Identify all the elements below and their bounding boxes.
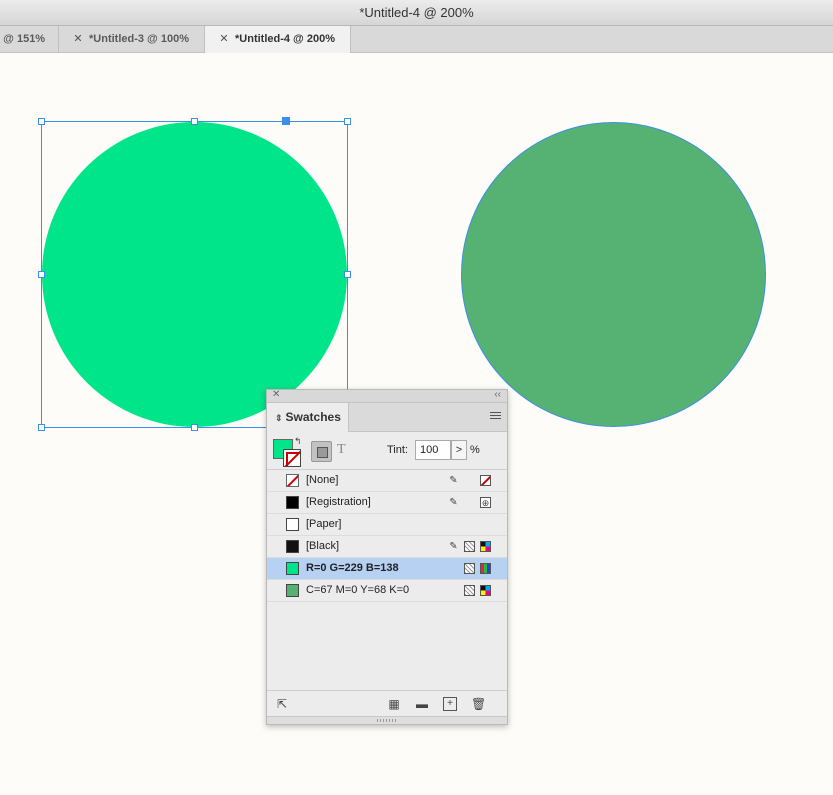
swatch-chip — [286, 540, 299, 553]
second-circle[interactable] — [461, 122, 766, 427]
place-swatches-icon[interactable]: ⇱ — [275, 697, 289, 711]
selection-bounding-box[interactable] — [41, 121, 348, 428]
sort-arrows-icon: ⇕ — [275, 413, 283, 423]
swatch-label: [Black] — [306, 540, 340, 552]
resize-handle-left[interactable] — [38, 271, 45, 278]
panel-tab-bar: ⇕ Swatches — [267, 403, 507, 432]
swatch-chip — [286, 518, 299, 531]
collapse-icon[interactable]: ‹‹ — [494, 389, 501, 400]
panel-footer: ⇱ ▦ ▬ + 🗑 — [267, 690, 507, 716]
process-mode-icon — [464, 541, 475, 552]
swatch-label: [Paper] — [306, 518, 342, 530]
tint-percent-label: % — [470, 444, 480, 456]
tint-label: Tint: — [387, 444, 408, 456]
close-icon[interactable]: ✕ — [71, 26, 85, 53]
resize-handle-right[interactable] — [344, 271, 351, 278]
cmyk-mode-icon — [480, 585, 491, 596]
panel-title: Swatches — [285, 410, 341, 424]
tint-input[interactable]: 100 — [415, 440, 451, 460]
swatch-chip — [286, 474, 299, 487]
none-mode-icon — [480, 475, 491, 486]
tab-swatches[interactable]: ⇕ Swatches — [267, 403, 349, 432]
tab-untitled-3[interactable]: ✕ *Untitled-3 @ 100% — [59, 26, 205, 53]
new-swatch-icon[interactable]: + — [443, 697, 457, 711]
fill-stroke-proxy[interactable]: ↰ — [273, 436, 303, 469]
document-tabs: 2 @ 151% ✕ *Untitled-3 @ 100% ✕ *Untitled-… — [0, 26, 833, 54]
swap-fill-stroke-icon[interactable]: ↰ — [294, 436, 302, 447]
folder-icon[interactable]: ▬ — [415, 697, 429, 711]
resize-handle-top-right[interactable] — [344, 118, 351, 125]
swatch-label: [Registration] — [306, 496, 371, 508]
pencil-x-icon: ✎ — [449, 497, 458, 508]
swatch-row-none[interactable]: [None] ✎ — [267, 470, 507, 492]
panel-menu-icon[interactable] — [490, 412, 501, 421]
close-icon[interactable]: ✕ — [217, 26, 231, 53]
close-icon[interactable]: ✕ — [272, 389, 280, 400]
window-title: *Untitled-4 @ 200% — [0, 0, 833, 26]
cmyk-mode-icon — [480, 541, 491, 552]
tint-stepper-button[interactable]: > — [451, 440, 467, 460]
tab-label: *Untitled-3 @ 100% — [89, 33, 189, 45]
resize-handle-top[interactable] — [191, 118, 198, 125]
content-grabber-handle[interactable] — [282, 117, 290, 125]
tab-untitled-2[interactable]: 2 @ 151% — [0, 26, 59, 53]
swatch-list: [None] ✎ [Registration] ✎ ⊕ [Paper] [Bla… — [267, 470, 507, 602]
pencil-x-icon: ✎ — [449, 475, 458, 486]
swatch-chip — [286, 584, 299, 597]
swatch-row-registration[interactable]: [Registration] ✎ ⊕ — [267, 492, 507, 514]
tab-label: *Untitled-4 @ 200% — [235, 33, 335, 45]
swatch-row-paper[interactable]: [Paper] — [267, 514, 507, 536]
formatting-text-button[interactable]: T — [337, 442, 346, 458]
tab-label: 2 @ 151% — [0, 33, 46, 45]
swatch-label: R=0 G=229 B=138 — [306, 562, 399, 574]
swatch-chip — [286, 562, 299, 575]
swatch-controls: ↰ T Tint: 100 > % — [267, 432, 507, 470]
swatch-label: [None] — [306, 474, 339, 486]
panel-header-bar: ✕ ‹‹ — [267, 389, 507, 403]
swatches-panel: ✕ ‹‹ ⇕ Swatches ↰ T Tint: 100 > % [None] … — [266, 389, 508, 725]
swatch-row-black[interactable]: [Black] ✎ — [267, 536, 507, 558]
rgb-mode-icon — [480, 563, 491, 574]
swatch-row-cmyk-green[interactable]: C=67 M=0 Y=68 K=0 — [267, 580, 507, 602]
swatch-row-rgb-green[interactable]: R=0 G=229 B=138 — [267, 558, 507, 580]
tab-untitled-4[interactable]: ✕ *Untitled-4 @ 200% — [205, 26, 351, 54]
formatting-container-button[interactable] — [311, 441, 332, 462]
resize-handle-bottom[interactable] — [191, 424, 198, 431]
resize-handle-top-left[interactable] — [38, 118, 45, 125]
process-mode-icon — [464, 563, 475, 574]
swatch-label: C=67 M=0 Y=68 K=0 — [306, 584, 410, 596]
panel-resize-grip[interactable] — [267, 716, 507, 724]
stroke-swatch[interactable] — [283, 449, 301, 467]
pencil-x-icon: ✎ — [449, 541, 458, 552]
swatch-view-icon[interactable]: ▦ — [387, 697, 401, 711]
registration-mode-icon: ⊕ — [480, 497, 491, 508]
swatch-chip — [286, 496, 299, 509]
trash-icon[interactable]: 🗑 — [471, 697, 486, 711]
resize-handle-bottom-left[interactable] — [38, 424, 45, 431]
process-mode-icon — [464, 585, 475, 596]
